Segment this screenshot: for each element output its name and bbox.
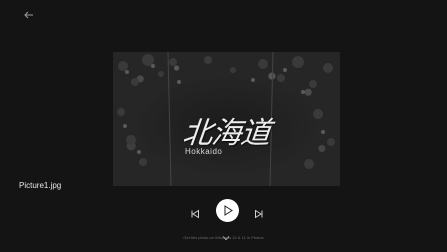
skip-previous-icon (191, 209, 199, 219)
play-button[interactable] (216, 199, 239, 222)
photo-image: 北海道 Hokkaido (113, 52, 340, 186)
expand-button[interactable] (222, 228, 230, 241)
arrow-left-icon (24, 11, 33, 19)
playback-controls (0, 199, 447, 223)
caption-text: Get this photo on Windows 10 & 11 in Pho… (183, 235, 264, 240)
photo-viewer: 北海道 Hokkaido Picture1.jpg Get this photo… (0, 0, 447, 252)
next-button[interactable] (254, 206, 264, 219)
play-icon (224, 205, 233, 216)
photo-title-text: 北海道 (180, 116, 272, 151)
previous-button[interactable] (190, 206, 200, 219)
back-button[interactable] (22, 8, 36, 20)
file-name: Picture1.jpg (19, 181, 62, 190)
skip-next-icon (255, 209, 263, 219)
photo-subtitle-text: Hokkaido (185, 147, 223, 156)
